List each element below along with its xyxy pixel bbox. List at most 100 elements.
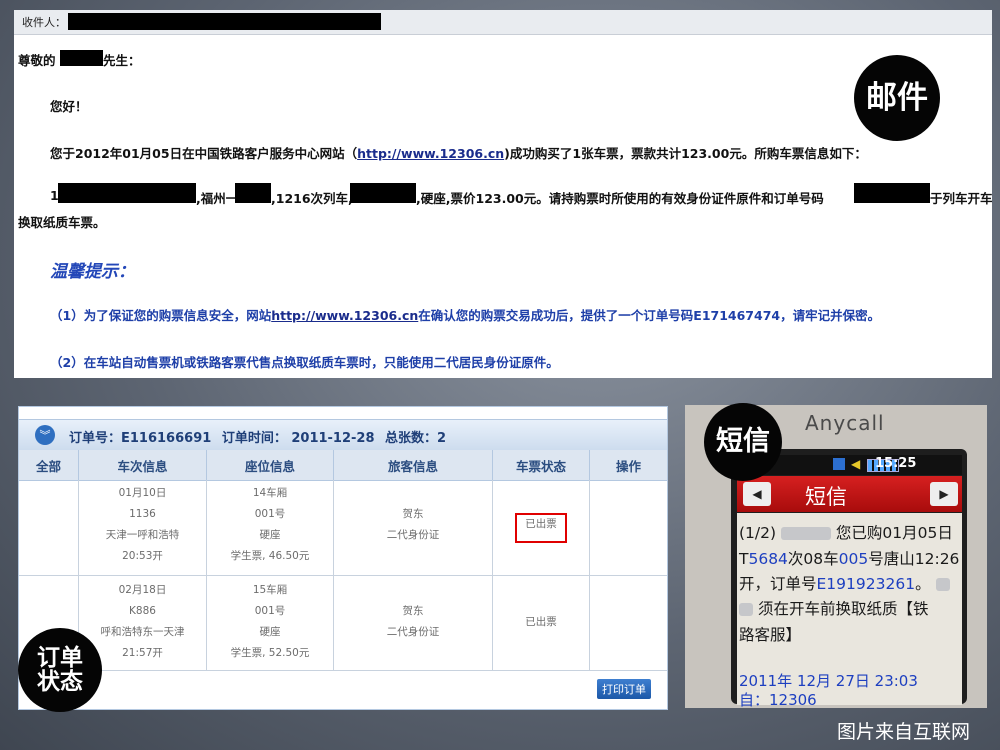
redacted-date (58, 183, 196, 203)
sms-text: 您已购01月05日 (835, 524, 953, 542)
badge-line-2: 状态 (37, 669, 83, 695)
sms-text: 号唐山12:26 (868, 550, 960, 568)
seat-number: 001号 (254, 605, 286, 617)
phone-clock: 15:25 (875, 456, 917, 471)
sms-line-1: (1/2) 您已购01月05日 (739, 521, 953, 543)
order-status-badge: 订单 状态 (18, 628, 102, 712)
order-time: 订单时间： 2011-12-28 (221, 431, 375, 446)
order-total: 总张数：2 (385, 431, 447, 446)
seat-car: 15车厢 (252, 584, 288, 596)
table-row-2-status: 已出票 (525, 616, 557, 628)
ticket-fragment-2: ,1216次列车, (271, 191, 353, 206)
passenger-name: 贺东 (402, 605, 424, 617)
network-icon (833, 458, 845, 470)
body-text-1: 您于2012年01月05日在中国铁路客户服务中心网站（ (50, 146, 358, 161)
train-date: 01月10日 (118, 487, 167, 499)
sms-line-3: 开，订单号E191923261。 (739, 572, 950, 594)
passenger-id-type: 二代身份证 (386, 626, 440, 638)
col-seat: 座位信息 (207, 450, 334, 480)
tip-1-text-b: 在确认您的购票交易成功后，提供了一个订单号码E171467474，请牢记并保密。 (418, 308, 881, 323)
row-divider (19, 670, 667, 671)
train-departure: 20:53开 (122, 550, 163, 562)
redacted-recipient (68, 13, 381, 30)
badge-line-1: 订单 (37, 644, 83, 671)
email-panel: 收件人： 尊敬的 先生： 您好！ 您于2012年01月05日在中国铁路客户服务中… (14, 10, 992, 378)
phone-brand: Anycall (805, 411, 885, 435)
table-row-2-seat: 15车厢 001号 硬座 学生票, 52.50元 (207, 580, 333, 664)
ticket-fragment-4: 于列车开车 (930, 191, 992, 206)
train-route: 呼和浩特东一天津 (100, 626, 185, 638)
arrow-right-icon[interactable]: ▶ (930, 482, 958, 506)
recipient-label: 收件人： (22, 16, 66, 29)
seat-price: 学生票, 52.50元 (230, 647, 310, 659)
tip-1: （1）为了保证您的购票信息安全，网站http://www.12306.cn在确认… (50, 305, 880, 324)
blurred-text (935, 578, 950, 591)
train-number: 1136 (129, 508, 156, 520)
sms-line-5: 路客服】 (739, 626, 802, 644)
sms-train-number: 5684 (748, 550, 788, 568)
ticket-continuation: 换取纸质车票。 (18, 215, 106, 230)
seat-class: 硬座 (259, 529, 281, 541)
sms-title: 短信 (805, 485, 847, 509)
sms-order-number: E191923261 (816, 575, 916, 593)
greeting-suffix: 先生： (103, 53, 141, 68)
greeting-prefix: 尊敬的 (18, 53, 56, 68)
seat-price: 学生票, 46.50元 (230, 550, 310, 562)
tips-title: 温馨提示： (50, 262, 135, 282)
passenger-name: 贺东 (402, 508, 424, 520)
train-date: 02月18日 (118, 584, 167, 596)
table-row-1-train: 01月10日 1136 天津一呼和浩特 20:53开 (79, 483, 206, 567)
site-link[interactable]: http://www.12306.cn (357, 146, 504, 161)
col-train: 车次信息 (79, 450, 207, 480)
purchase-sentence: 您于2012年01月05日在中国铁路客户服务中心网站（http://www.12… (50, 143, 867, 162)
redacted-seat (350, 183, 416, 203)
order-status-panel: ︾ 订单号：E116166691 订单时间： 2011-12-28 总张数：2 … (18, 406, 668, 710)
ticket-fragment-1: ,福州一 (196, 191, 239, 206)
chevron-down-icon[interactable]: ︾ (35, 425, 55, 445)
body-text-2: )成功购买了1张车票，票款共计123.00元。所购车票信息如下： (504, 146, 867, 161)
row-divider (19, 575, 667, 576)
col-status: 车票状态 (493, 450, 590, 480)
sms-date: 2011年 12月 27日 23:03 (739, 672, 918, 690)
order-header: ︾ 订单号：E116166691 订单时间： 2011-12-28 总张数：2 (19, 419, 667, 451)
sms-text: 次08车 (787, 550, 839, 568)
sms-sender: 自：12306 (739, 691, 817, 708)
blurred-name (780, 527, 831, 540)
seat-class: 硬座 (259, 626, 281, 638)
order-table-header: 全部 车次信息 座位信息 旅客信息 车票状态 操作 (19, 450, 667, 481)
recipient-bar: 收件人： (14, 10, 992, 35)
order-summary: 订单号：E116166691 订单时间： 2011-12-28 总张数：2 (69, 427, 452, 446)
sms-line-2: T5684次08车005号唐山12:26 (739, 547, 959, 569)
sms-page-indicator: (1/2) (739, 524, 777, 542)
sms-badge: 短信 (704, 403, 782, 481)
sms-text: 须在开车前换取纸质【铁 (757, 600, 929, 618)
status-highlight-box (515, 513, 567, 543)
tip-2: （2）在车站自动售票机或铁路客票代售点换取纸质车票时，只能使用二代居民身份证原件… (50, 355, 559, 370)
hello-text: 您好！ (50, 99, 88, 114)
redacted-name (60, 50, 103, 66)
volume-icon: ◀ (851, 457, 861, 471)
redacted-order-number (854, 183, 930, 203)
blurred-text (739, 603, 753, 616)
train-route: 天津一呼和浩特 (105, 529, 180, 541)
train-number: K886 (129, 605, 156, 617)
print-order-button[interactable]: 打印订单 (597, 679, 651, 699)
col-passenger: 旅客信息 (334, 450, 493, 480)
arrow-left-icon[interactable]: ◀ (743, 482, 771, 506)
col-all[interactable]: 全部 (19, 450, 79, 480)
email-badge: 邮件 (854, 55, 940, 141)
passenger-id-type: 二代身份证 (386, 529, 440, 541)
ticket-fragment-3: ,硬座,票价123.00元。请持购票时所使用的有效身份证件原件和订单号码 (416, 191, 824, 206)
redacted-station (235, 183, 271, 203)
sms-line-4: 须在开车前换取纸质【铁 (739, 597, 928, 619)
seat-number: 001号 (254, 508, 286, 520)
order-number: 订单号：E116166691 (69, 431, 212, 446)
seat-car: 14车厢 (252, 487, 288, 499)
tip-1-link[interactable]: http://www.12306.cn (271, 308, 418, 323)
sms-text: 开，订单号 (739, 575, 817, 593)
table-row-2-passenger: 贺东 二代身份证 (334, 601, 492, 643)
table-row-1-seat: 14车厢 001号 硬座 学生票, 46.50元 (207, 483, 333, 567)
table-row-1-passenger: 贺东 二代身份证 (334, 504, 492, 546)
image-credit: 图片来自互联网 (836, 721, 970, 743)
col-action: 操作 (615, 458, 641, 474)
